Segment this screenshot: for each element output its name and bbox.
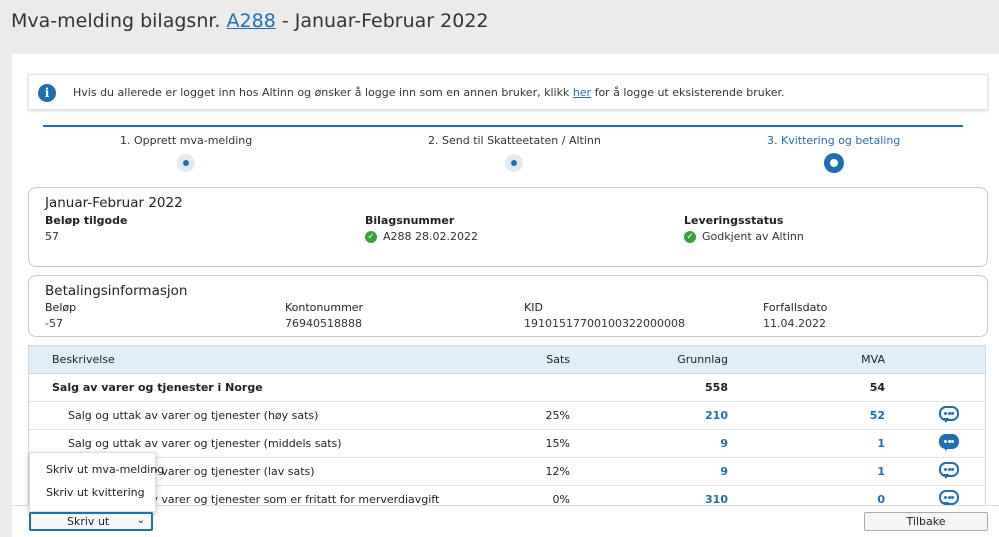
- title-prefix: Mva-melding bilagsnr.: [11, 10, 221, 32]
- row-desc: Salg av varer og tjenester i Norge: [52, 381, 263, 394]
- document-number-link[interactable]: A288: [227, 10, 276, 32]
- belop-tilgode-label: Beløp tilgode: [45, 214, 128, 227]
- menu-item-print-mva[interactable]: Skriv ut mva-melding: [46, 463, 164, 476]
- summary-card: Januar-Februar 2022 Beløp tilgode 57 Bil…: [28, 187, 988, 267]
- info-text: Hvis du allerede er logget inn hos Altin…: [73, 86, 784, 99]
- menu-item-print-receipt[interactable]: Skriv ut kvittering: [46, 486, 145, 499]
- info-text-before: Hvis du allerede er logget inn hos Altin…: [73, 86, 570, 99]
- kid-field: KID 19101517700100322000008: [524, 301, 685, 330]
- header-grunnlag: Grunnlag: [677, 353, 728, 366]
- step-opprett: 1. Opprett mva-melding: [120, 134, 252, 172]
- row-sats: 25%: [545, 409, 570, 422]
- row-sats: 15%: [545, 437, 570, 450]
- forfallsdato-field: Forfallsdato 11.04.2022: [763, 301, 827, 330]
- header-sats: Sats: [546, 353, 570, 366]
- comment-icon[interactable]: [939, 462, 959, 480]
- payment-belop-label: Beløp: [45, 301, 77, 314]
- step-dot: [177, 154, 196, 172]
- leveringsstatus-label: Leveringsstatus: [684, 214, 784, 227]
- row-mva-link[interactable]: 52: [870, 402, 885, 430]
- print-dropdown-menu: Skriv ut mva-melding Skriv ut kvittering: [29, 452, 164, 512]
- comment-icon[interactable]: [939, 406, 959, 424]
- row-desc: Salg og uttak av varer og tjenester (høy…: [68, 409, 319, 422]
- kontonummer-label: Kontonummer: [285, 301, 364, 314]
- row-mva: 54: [869, 381, 885, 394]
- payment-belop-value: -57: [45, 317, 63, 330]
- print-button[interactable]: Skriv ut ⌄: [29, 512, 153, 531]
- payment-title: Betalingsinformasjon: [45, 283, 188, 299]
- kontonummer-value: 76940518888: [285, 317, 362, 330]
- step-label: 3. Kvittering og betaling: [767, 134, 901, 147]
- forfallsdato-label: Forfallsdato: [763, 301, 828, 314]
- row-mva-link[interactable]: 1: [877, 430, 885, 458]
- table-row: Salg og uttak av varer og tjenester (lav…: [29, 458, 985, 486]
- leveringsstatus-field: Leveringsstatus ✓ Godkjent av Altinn: [684, 214, 804, 243]
- check-icon: ✓: [365, 230, 377, 243]
- check-icon: ✓: [684, 230, 696, 243]
- bottom-action-bar: [12, 505, 999, 537]
- step-send: 2. Send til Skatteetaten / Altinn: [428, 134, 601, 172]
- table-row: Salg av varer og tjenester i Norge 558 5…: [29, 374, 985, 402]
- row-grunnlag-link[interactable]: 9: [720, 430, 728, 458]
- row-grunnlag: 558: [705, 381, 728, 394]
- bilagsnummer-field: Bilagsnummer ✓ A288 28.02.2022: [365, 214, 478, 243]
- print-button-label: Skriv ut: [67, 515, 110, 528]
- row-mva-link[interactable]: 1: [877, 458, 885, 486]
- table-header: Beskrivelse Sats Grunnlag MVA: [29, 346, 985, 374]
- step-kvittering: 3. Kvittering og betaling: [767, 134, 900, 173]
- comment-filled-icon[interactable]: [939, 434, 959, 452]
- step-label: 2. Send til Skatteetaten / Altinn: [428, 134, 601, 147]
- bilagsnummer-value: A288 28.02.2022: [383, 230, 478, 243]
- belop-tilgode-value: 57: [45, 230, 59, 243]
- row-grunnlag-link[interactable]: 210: [705, 402, 728, 430]
- payment-belop-field: Beløp -57: [45, 301, 76, 330]
- info-text-after: for å logge ut eksisterende bruker.: [594, 86, 785, 99]
- belop-tilgode-field: Beløp tilgode 57: [45, 214, 127, 243]
- payment-card: Betalingsinformasjon Beløp -57 Kontonumm…: [28, 275, 988, 337]
- bilagsnummer-label: Bilagsnummer: [365, 214, 455, 227]
- table-row: Salg og uttak av varer og tjenester (mid…: [29, 430, 985, 458]
- kontonummer-field: Kontonummer 76940518888: [285, 301, 363, 330]
- header-beskrivelse: Beskrivelse: [52, 353, 115, 366]
- stepper-progress-line: [43, 125, 963, 127]
- title-suffix: - Januar-Februar 2022: [281, 10, 489, 32]
- info-banner: i Hvis du allerede er logget inn hos Alt…: [28, 74, 988, 110]
- info-icon: i: [38, 84, 56, 102]
- kid-label: KID: [524, 301, 543, 314]
- logout-link[interactable]: her: [573, 86, 591, 99]
- page-title: Mva-melding bilagsnr. A288 - Januar-Febr…: [11, 10, 489, 32]
- step-dot: [505, 154, 524, 172]
- back-button[interactable]: Tilbake: [864, 512, 988, 531]
- forfallsdato-value: 11.04.2022: [763, 317, 826, 330]
- step-dot-active: [823, 153, 844, 173]
- chevron-down-icon: ⌄: [136, 515, 145, 526]
- mva-table: Beskrivelse Sats Grunnlag MVA Salg av va…: [28, 345, 986, 515]
- step-label: 1. Opprett mva-melding: [120, 134, 253, 147]
- kid-value: 19101517700100322000008: [524, 317, 685, 330]
- table-row: Salg og uttak av varer og tjenester (høy…: [29, 402, 985, 430]
- row-sats: 12%: [545, 465, 570, 478]
- leveringsstatus-value: Godkjent av Altinn: [702, 230, 804, 243]
- summary-title: Januar-Februar 2022: [45, 195, 183, 211]
- row-grunnlag-link[interactable]: 9: [720, 458, 728, 486]
- header-mva: MVA: [861, 353, 885, 366]
